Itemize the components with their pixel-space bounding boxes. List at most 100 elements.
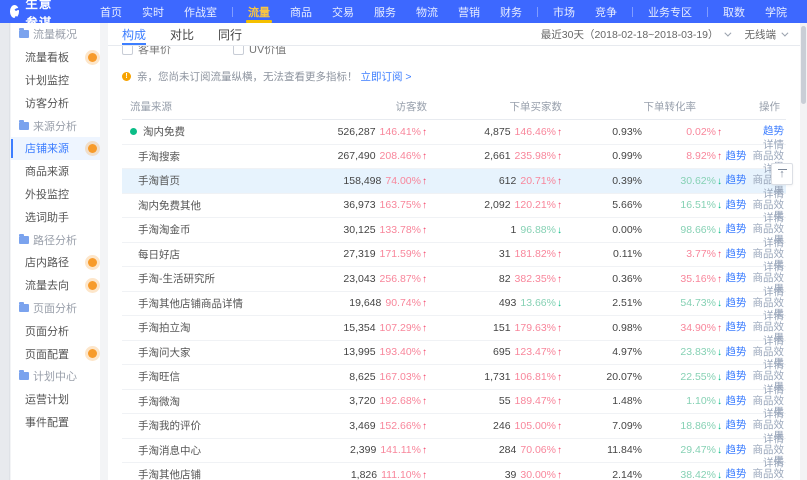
detail-link[interactable]: 详情 [763,237,784,249]
trend-link[interactable]: 趋势 [726,395,747,407]
trend-link[interactable]: 趋势 [726,248,747,260]
source-name: 手淘问大家 [138,345,191,360]
nav-item-竞争[interactable]: 竞争 [585,0,627,23]
detail-link[interactable]: 详情 [763,433,784,445]
sidebar-item-来源分析[interactable]: 来源分析 [11,114,100,137]
nav-item-业务专区[interactable]: 业务专区 [638,0,702,23]
trend-link[interactable]: 趋势 [726,419,747,431]
trend-link[interactable]: 趋势 [726,444,747,456]
table-row: 手淘淘金币 30,125133.78%↑ 196.88%↓ 0.00% 98.6… [122,218,786,243]
tab-compare[interactable]: 对比 [170,23,194,45]
sidebar-item-label: 页面配置 [25,346,69,362]
trend-link[interactable]: 趋势 [726,370,747,382]
trend-link[interactable]: 趋势 [726,272,747,284]
trend-link[interactable]: 趋势 [726,223,747,235]
buyers-cell: 695123.47%↑ [427,346,562,358]
scrollbar-thumb[interactable] [801,26,806,104]
nav-item-交易[interactable]: 交易 [322,0,364,23]
product-effect-link[interactable]: 商品效果 [753,468,785,480]
nav-item-取数[interactable]: 取数 [713,0,755,23]
col-header-buyers: 下单买家数 [427,99,562,114]
folder-icon [19,304,29,312]
nav-item-营销[interactable]: 营销 [448,0,490,23]
buyers-cell: 61220.71%↑ [427,175,562,187]
visitors-cell: 23,043256.87%↑ [272,273,427,285]
rate-cell: 0.11% 3.77%↑ [562,248,722,260]
sidebar-item-路径分析[interactable]: 路径分析 [11,228,100,251]
sidebar-item-页面分析[interactable]: 页面分析 [11,319,100,342]
table-row: 手淘旺信 8,625167.03%↑ 1,731106.81%↑ 20.07% … [122,365,786,390]
buyers-cell: 2,092120.21%↑ [427,199,562,211]
nav-item-首页[interactable]: 首页 [90,0,132,23]
visitors-cell: 27,319171.59%↑ [272,248,427,260]
nav-item-作战室[interactable]: 作战室 [174,0,227,23]
checkbox-uv-value[interactable]: UV价值 [233,46,286,57]
sidebar-item-选词助手[interactable]: 选词助手 [11,205,100,228]
traffic-source-table: 流量来源 访客数 下单买家数 下单转化率 操作 淘内免费 526,287146.… [122,94,786,480]
page-scrollbar[interactable] [800,23,807,480]
sidebar-item-label: 运营计划 [25,391,69,407]
sidebar-collapse-rail[interactable] [0,23,10,480]
sidebar-item-外投监控[interactable]: 外投监控 [11,183,100,206]
sidebar-item-运营计划[interactable]: 运营计划 [11,388,100,411]
sidebar-item-页面分析[interactable]: 页面分析 [11,297,100,320]
checkbox-label: UV价值 [249,46,286,57]
brand[interactable]: 生意参谋 [10,0,64,31]
sidebar-item-流量去向[interactable]: 流量去向 [11,274,100,297]
source-name: 手淘其他店铺商品详情 [138,296,243,311]
nav-item-物流[interactable]: 物流 [406,0,448,23]
sidebar-item-计划监控[interactable]: 计划监控 [11,69,100,92]
detail-link[interactable]: 详情 [763,335,784,347]
checkbox-customer-price[interactable]: 客单价 [122,46,171,57]
trend-link[interactable]: 趋势 [726,321,747,333]
checkbox-label: 客单价 [138,46,171,57]
sidebar-item-label: 页面分析 [33,300,77,316]
buyers-cell: 2,661235.98%↑ [427,150,562,162]
sidebar-item-访客分析[interactable]: 访客分析 [11,91,100,114]
sidebar-item-商品来源[interactable]: 商品来源 [11,160,100,183]
nav-item-流量[interactable]: 流量 [238,0,280,23]
nav-item-服务[interactable]: 服务 [364,0,406,23]
date-range-select[interactable]: 最近30天（2018-02-18~2018-03-19） [541,27,729,42]
subscribe-link[interactable]: 立即订阅 > [361,69,412,84]
sidebar-item-流量看板[interactable]: 流量看板 [11,46,100,69]
new-badge-dot [88,258,97,267]
visitors-cell: 19,64890.74%↑ [272,297,427,309]
rate-cell: 0.93% 0.02%↑ [562,126,722,138]
source-name: 每日好店 [138,247,180,262]
trend-link[interactable]: 趋势 [726,468,747,480]
detail-link[interactable]: 详情 [763,384,784,396]
back-to-top-button[interactable]: ↑ [771,163,793,185]
visitors-cell: 13,995193.40%↑ [272,346,427,358]
sidebar-item-店内路径[interactable]: 店内路径 [11,251,100,274]
nav-item-市场[interactable]: 市场 [543,0,585,23]
checkbox-icon[interactable] [122,46,133,55]
trend-link[interactable]: 趋势 [726,199,747,211]
nav-item-财务[interactable]: 财务 [490,0,532,23]
sidebar-item-事件配置[interactable]: 事件配置 [11,411,100,434]
sidebar-item-页面配置[interactable]: 页面配置 [11,342,100,365]
tab-peers[interactable]: 同行 [218,23,242,45]
tab-composition[interactable]: 构成 [122,23,146,45]
detail-link[interactable]: 详情 [763,286,784,298]
visitors-cell: 526,287146.41%↑ [272,126,427,138]
nav-item-学院[interactable]: 学院 [755,0,797,23]
trend-link[interactable]: 趋势 [726,174,747,186]
terminal-select[interactable]: 无线端 [745,27,787,42]
checkbox-icon[interactable] [233,46,244,55]
detail-link[interactable]: 详情 [763,139,784,151]
nav-item-实时[interactable]: 实时 [132,0,174,23]
nav-divider [632,7,633,17]
nav-item-商品[interactable]: 商品 [280,0,322,23]
buyers-cell: 1,731106.81%↑ [427,371,562,383]
trend-link[interactable]: 趋势 [726,297,747,309]
sidebar-item-label: 流量去向 [25,277,69,293]
detail-link[interactable]: 详情 [763,188,784,200]
sidebar-item-计划中心[interactable]: 计划中心 [11,365,100,388]
visitors-cell: 3,720192.68%↑ [272,395,427,407]
trend-link[interactable]: 趋势 [763,125,784,137]
sidebar-item-店铺来源[interactable]: 店铺来源 [11,137,100,160]
buyers-cell: 151179.63%↑ [427,322,562,334]
trend-link[interactable]: 趋势 [726,150,747,162]
trend-link[interactable]: 趋势 [726,346,747,358]
